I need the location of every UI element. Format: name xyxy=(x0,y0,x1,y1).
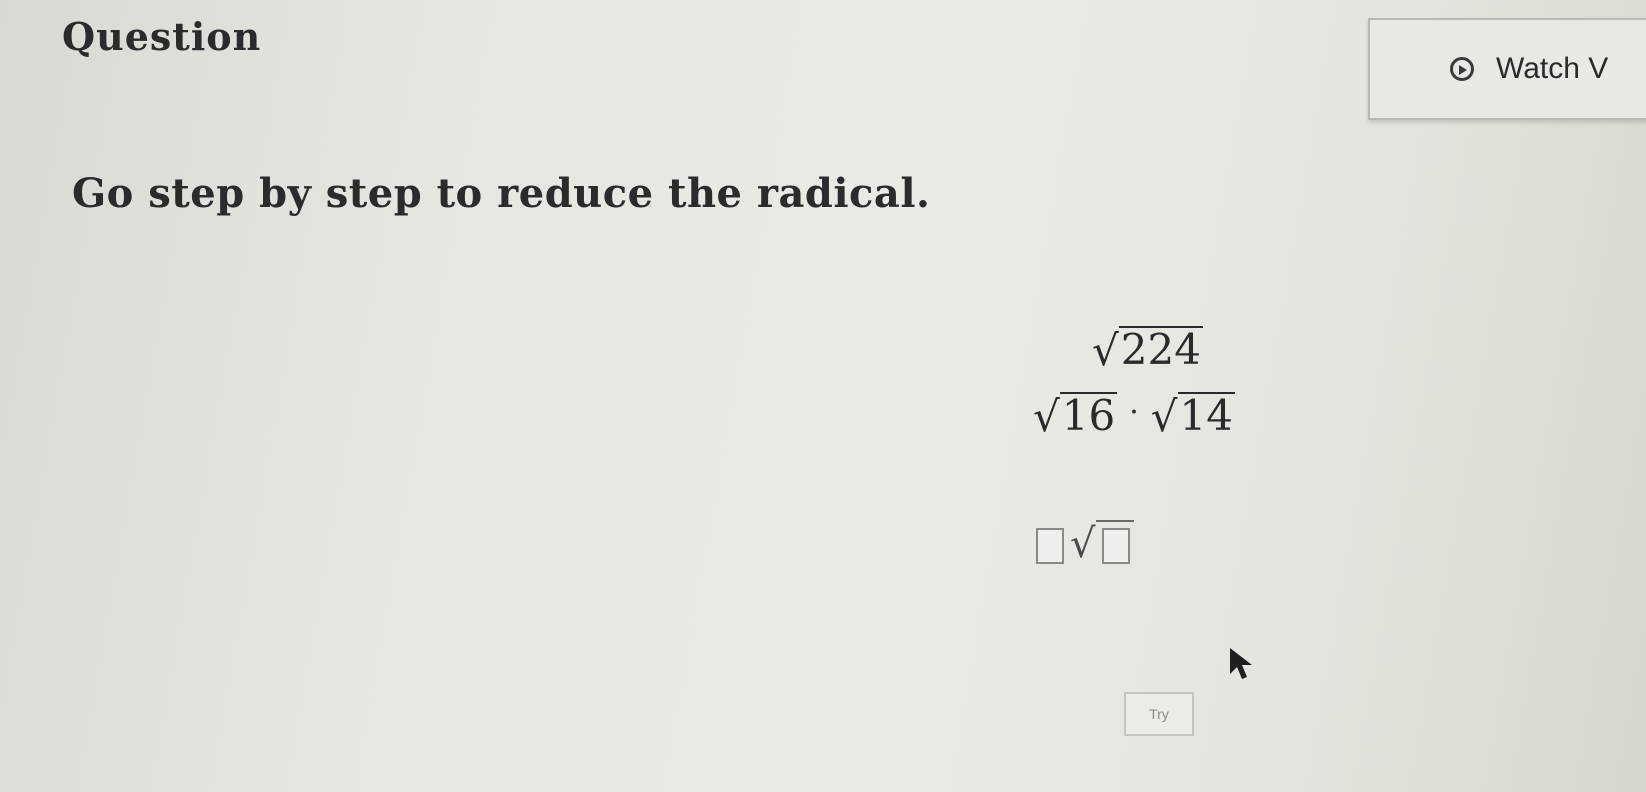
sqrt-icon: √ xyxy=(1033,392,1060,442)
sqrt-icon: √ xyxy=(1070,521,1096,567)
radicand-right: 14 xyxy=(1177,391,1235,440)
mouse-pointer-icon xyxy=(1228,646,1258,686)
multiply-operator: · xyxy=(1129,395,1139,431)
step2-expression: √ 16 · √ 14 xyxy=(1033,392,1235,438)
coefficient-input[interactable] xyxy=(1036,528,1064,564)
radical-right: √ 14 xyxy=(1151,392,1235,438)
radicand-left: 16 xyxy=(1059,391,1118,440)
step1-expression: √ 224 xyxy=(1092,326,1203,372)
sqrt-icon: √ xyxy=(1150,392,1178,442)
radicand-input[interactable] xyxy=(1101,528,1130,564)
try-button[interactable]: Try xyxy=(1124,692,1194,736)
sqrt-icon: √ xyxy=(1092,326,1119,376)
radicand: 224 xyxy=(1118,325,1203,374)
radical: √ 224 xyxy=(1092,326,1203,372)
play-circle-icon xyxy=(1450,57,1474,81)
watch-video-label: Watch V xyxy=(1496,52,1609,85)
instruction-text: Go step by step to reduce the radical. xyxy=(72,170,931,217)
watch-video-button[interactable]: Watch V xyxy=(1368,18,1646,120)
radical-left: √ 16 xyxy=(1033,391,1118,442)
question-title: Question xyxy=(62,14,262,59)
answer-radical: √ xyxy=(1070,520,1134,564)
answer-radical-arg xyxy=(1095,520,1134,564)
answer-row: √ xyxy=(1036,520,1134,564)
